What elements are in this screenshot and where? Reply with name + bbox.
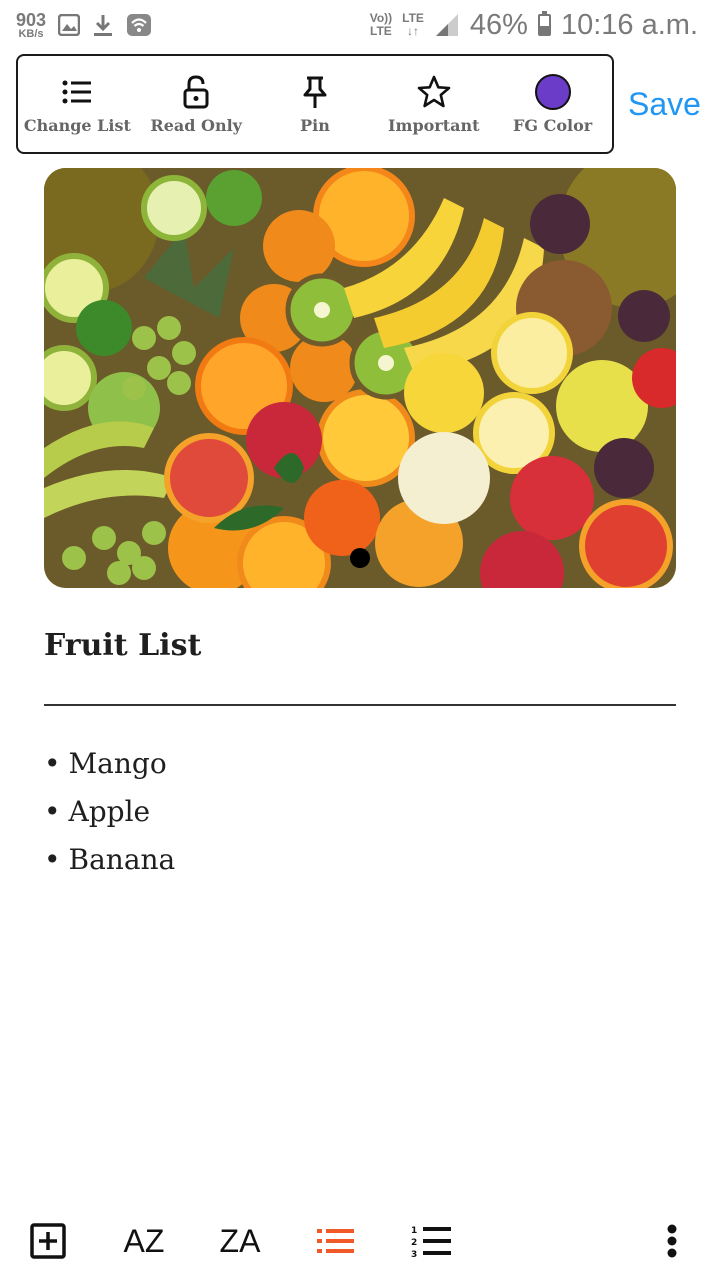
- bullet-list-icon: [317, 1229, 354, 1253]
- list-item-text: Banana: [68, 843, 176, 876]
- pin-icon: [303, 76, 327, 108]
- numbered-list-icon: 1 2 3: [411, 1226, 451, 1258]
- add-item-button[interactable]: [28, 1210, 68, 1272]
- network-speed: 903 KB/s: [16, 11, 46, 40]
- list-item-text: Apple: [68, 795, 151, 828]
- bullet: •: [44, 795, 61, 828]
- lte-indicator: LTE ↓↑: [402, 12, 424, 37]
- list-item-text: Mango: [68, 747, 167, 780]
- read-only-button[interactable]: Read Only: [140, 74, 252, 135]
- bullet-list-button[interactable]: [316, 1210, 356, 1272]
- numbered-list-button[interactable]: 1 2 3: [410, 1210, 452, 1272]
- signal-icon: [435, 14, 458, 36]
- image-page-indicator: [350, 548, 370, 568]
- pin-label: Pin: [300, 115, 330, 135]
- more-vert-icon: [667, 1224, 677, 1258]
- svg-text:1: 1: [411, 1226, 417, 1236]
- pin-button[interactable]: Pin: [259, 74, 371, 135]
- note-toolbar: Change List Read Only Pin Important FG C…: [16, 54, 614, 154]
- list-icon: [62, 80, 92, 103]
- image-icon: [58, 14, 81, 36]
- net-speed-value: 903: [16, 9, 47, 30]
- svg-text:3: 3: [411, 1250, 417, 1258]
- unlock-icon: [183, 74, 209, 108]
- note-image[interactable]: [44, 168, 676, 588]
- change-list-label: Change List: [23, 115, 131, 135]
- bullet: •: [44, 843, 61, 876]
- volte-sub-label: LTE: [370, 24, 392, 38]
- volte-indicator: Vo)) LTE: [370, 12, 392, 37]
- list-item[interactable]: • Banana: [44, 836, 175, 884]
- battery-percent: 46%: [469, 8, 528, 41]
- fg-color-button[interactable]: FG Color: [497, 73, 609, 135]
- clock: 10:16 a.m.: [560, 8, 698, 41]
- important-button[interactable]: Important: [378, 74, 490, 135]
- download-icon: [94, 15, 113, 36]
- bullet: •: [44, 747, 61, 780]
- change-list-button[interactable]: Change List: [21, 74, 133, 135]
- more-options-button[interactable]: [660, 1210, 684, 1272]
- add-box-icon: [30, 1223, 66, 1259]
- important-label: Important: [388, 115, 480, 135]
- fruit-photo: [44, 168, 676, 588]
- battery-icon: [537, 11, 551, 36]
- svg-text:2: 2: [411, 1238, 417, 1248]
- sort-az-button[interactable]: AZ: [116, 1210, 172, 1272]
- sort-za-button[interactable]: ZA: [212, 1210, 268, 1272]
- list-item[interactable]: • Apple: [44, 788, 175, 836]
- save-button[interactable]: Save: [628, 86, 701, 123]
- sort-za-label: ZA: [219, 1222, 261, 1259]
- color-swatch: [534, 73, 571, 110]
- bottom-action-bar: AZ ZA 1 2 3: [0, 1210, 720, 1272]
- star-icon: [417, 75, 451, 107]
- net-speed-unit: KB/s: [18, 27, 44, 40]
- fg-color-label: FG Color: [512, 115, 593, 135]
- list-item[interactable]: • Mango: [44, 740, 175, 788]
- sort-az-label: AZ: [123, 1222, 165, 1259]
- lte-arrows: ↓↑: [407, 24, 420, 38]
- status-bar: 903 KB/s Vo)) LTE LTE ↓↑ 46% 10:16 a.m.: [0, 0, 720, 50]
- note-title[interactable]: Fruit List: [44, 628, 201, 663]
- read-only-label: Read Only: [150, 115, 242, 135]
- wifi-icon: [127, 14, 152, 36]
- note-list[interactable]: • Mango • Apple • Banana: [44, 740, 175, 884]
- title-divider: [44, 704, 676, 706]
